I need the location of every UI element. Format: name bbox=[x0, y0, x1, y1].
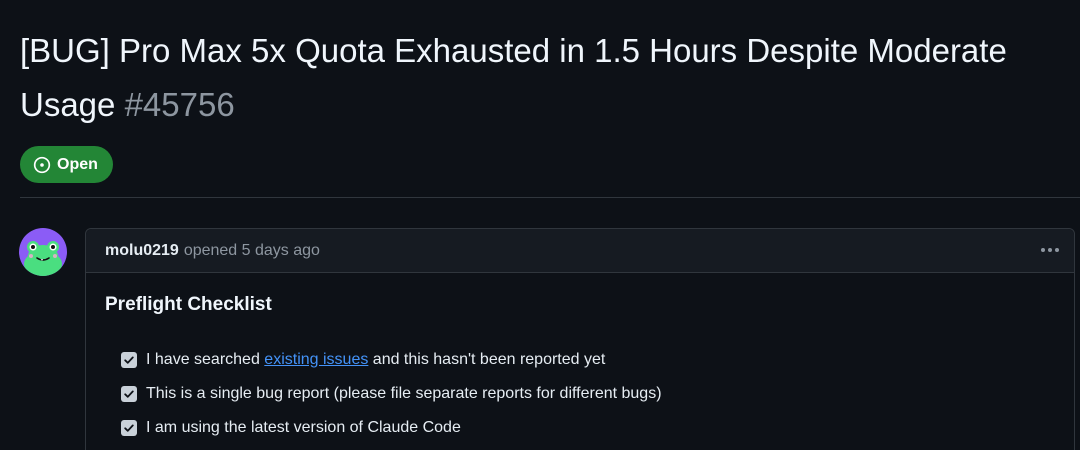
comment-timestamp[interactable]: 5 days ago bbox=[242, 242, 320, 259]
check-icon bbox=[124, 390, 134, 398]
header-divider bbox=[20, 197, 1080, 198]
checklist-text-before: I have searched bbox=[146, 351, 265, 368]
comment-body: Preflight Checklist I have searched exis… bbox=[86, 273, 1074, 450]
checkbox-checked[interactable] bbox=[121, 352, 137, 368]
issue-title-line-1: [BUG] Pro Max 5x Quota Exhausted in 1.5 … bbox=[20, 32, 1007, 69]
checklist-item-text: I am using the latest version of Claude … bbox=[146, 419, 461, 436]
checklist-item: This is a single bug report (please file… bbox=[121, 377, 1055, 411]
issue-state-label: Open bbox=[57, 155, 98, 173]
check-icon bbox=[124, 356, 134, 364]
issue-state-badge: Open bbox=[20, 146, 113, 183]
comment-meta: opened 5 days ago bbox=[184, 242, 320, 260]
check-icon bbox=[124, 424, 134, 432]
comment-header: molu0219 opened 5 days ago bbox=[86, 229, 1074, 273]
checkbox-checked[interactable] bbox=[121, 386, 137, 402]
issue-title-text-end: Usage bbox=[20, 86, 116, 123]
frog-avatar-icon bbox=[19, 228, 67, 276]
preflight-checklist: I have searched existing issues and this… bbox=[105, 343, 1055, 445]
checklist-item-text: This is a single bug report (please file… bbox=[146, 385, 662, 402]
issue-title-line-2: Usage #45756 bbox=[20, 78, 1080, 132]
section-heading: Preflight Checklist bbox=[105, 294, 272, 315]
comment-action: opened bbox=[183, 241, 238, 259]
kebab-horizontal-icon-dot-2 bbox=[1048, 248, 1052, 252]
issue-page: [BUG] Pro Max 5x Quota Exhausted in 1.5 … bbox=[0, 0, 1080, 450]
issue-opened-icon bbox=[33, 156, 51, 173]
comment-options-button[interactable] bbox=[1038, 239, 1062, 261]
checklist-item-text: I have searched existing issues and this… bbox=[146, 351, 605, 369]
issue-title: [BUG] Pro Max 5x Quota Exhausted in 1.5 … bbox=[20, 24, 1080, 132]
issue-comment: molu0219 opened 5 days ago Preflight Che… bbox=[85, 228, 1075, 450]
author-link[interactable]: molu0219 bbox=[105, 242, 179, 260]
checklist-item: I have searched existing issues and this… bbox=[121, 343, 1055, 377]
issue-number: #45756 bbox=[124, 86, 235, 123]
kebab-horizontal-icon-dot-3 bbox=[1055, 248, 1059, 252]
existing-issues-link[interactable]: existing issues bbox=[264, 351, 368, 368]
checklist-text-after: and this hasn't been reported yet bbox=[368, 351, 606, 368]
checklist-item: I am using the latest version of Claude … bbox=[121, 411, 1055, 445]
author-avatar[interactable] bbox=[19, 228, 67, 276]
checkbox-checked[interactable] bbox=[121, 420, 137, 436]
kebab-horizontal-icon-dot-1 bbox=[1041, 248, 1045, 252]
